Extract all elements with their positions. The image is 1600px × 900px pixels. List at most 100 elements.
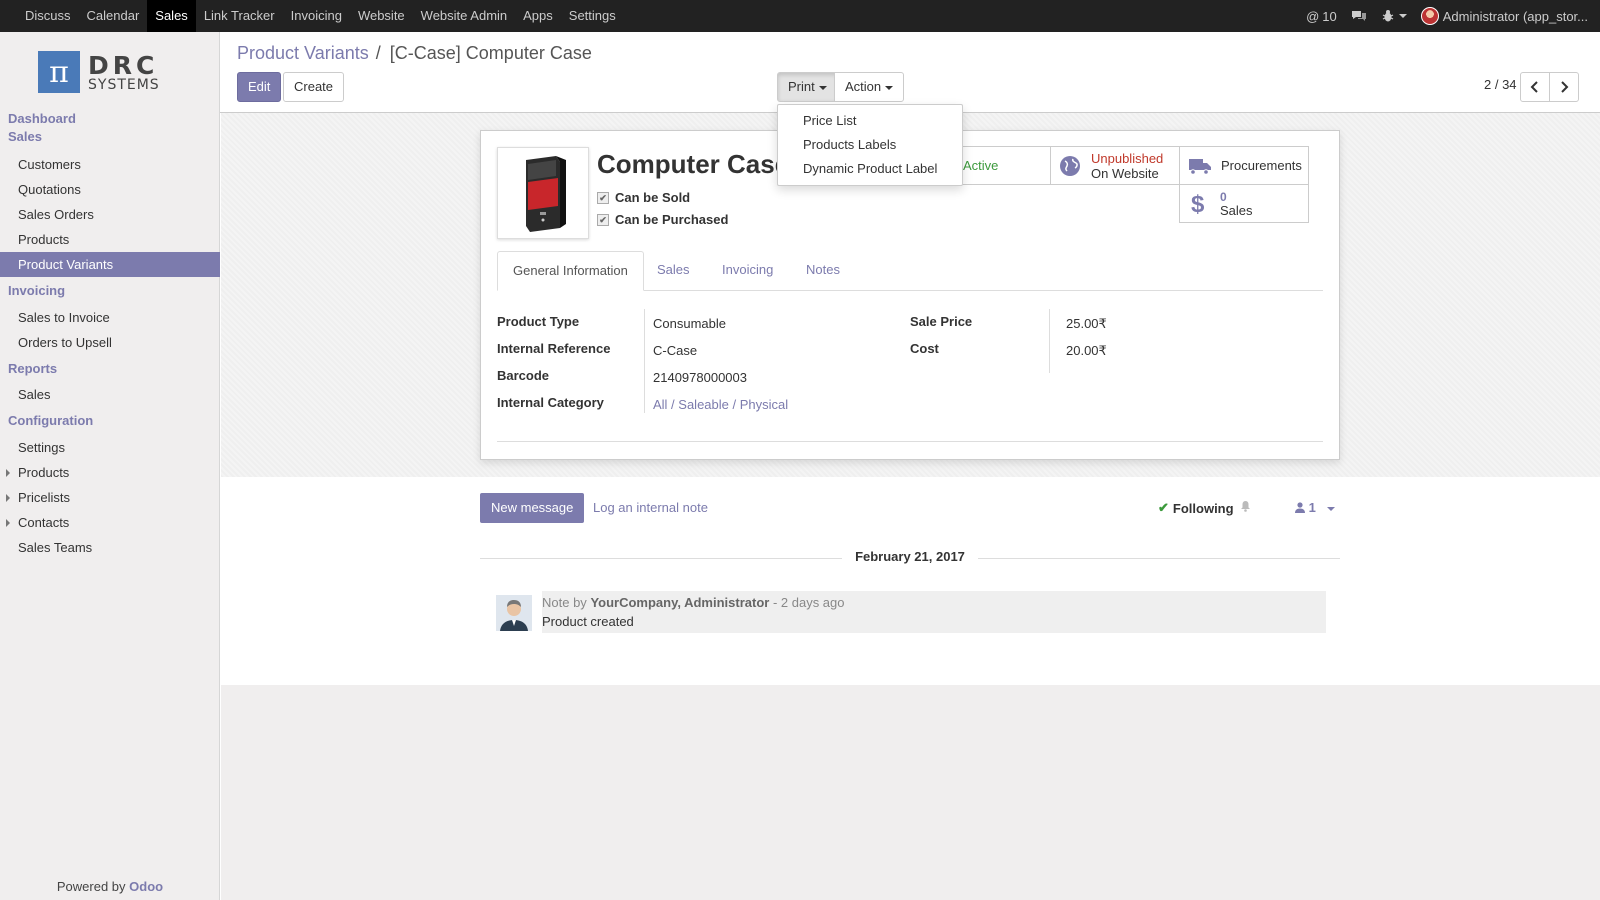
product-image[interactable] xyxy=(497,147,589,239)
menu-settings[interactable]: Settings xyxy=(561,0,624,32)
website-status: Unpublished xyxy=(1091,150,1164,166)
sidebar-section-sales[interactable]: Sales xyxy=(0,128,220,146)
pager-previous-button[interactable] xyxy=(1520,72,1550,102)
check-icon: ✔ xyxy=(1158,500,1169,515)
tab-general-information[interactable]: General Information xyxy=(497,251,644,291)
following-button[interactable]: ✔ Following xyxy=(1158,500,1234,516)
field-label-cost: Cost xyxy=(910,341,939,356)
menu-invoicing[interactable]: Invoicing xyxy=(283,0,350,32)
edit-button[interactable]: Edit xyxy=(237,72,282,102)
logo-mark: π xyxy=(38,51,80,93)
caret-right-icon xyxy=(6,494,10,502)
sidebar-item-quotations[interactable]: Quotations xyxy=(0,177,220,202)
company-logo[interactable]: π DRC SYSTEMS xyxy=(38,50,186,94)
top-navbar: Discuss Calendar Sales Link Tracker Invo… xyxy=(0,0,1600,32)
content-bottom-area xyxy=(221,685,1600,900)
menu-discuss[interactable]: Discuss xyxy=(17,0,79,32)
sidebar-item-sales-teams[interactable]: Sales Teams xyxy=(0,535,220,560)
chatter-message: Note by YourCompany, Administrator - 2 d… xyxy=(496,591,1326,633)
odoo-link[interactable]: Odoo xyxy=(129,879,163,894)
chat-bubbles-icon xyxy=(1351,11,1366,21)
menu-sales[interactable]: Sales xyxy=(147,0,196,32)
action-button[interactable]: Action xyxy=(834,72,905,102)
menu-link-tracker[interactable]: Link Tracker xyxy=(196,0,283,32)
log-note-link[interactable]: Log an internal note xyxy=(593,500,708,515)
pager-next-button[interactable] xyxy=(1549,72,1579,102)
sidebar-section-configuration[interactable]: Configuration xyxy=(0,412,220,430)
sheet-bottom-divider xyxy=(497,441,1323,442)
field-label-internal-category: Internal Category xyxy=(497,395,604,410)
breadcrumb-current: [C-Case] Computer Case xyxy=(389,43,592,63)
can-be-purchased-checkbox[interactable]: ✔ Can be Purchased xyxy=(597,212,728,227)
sidebar-section-dashboard[interactable]: Dashboard xyxy=(0,110,220,128)
breadcrumb-separator: / xyxy=(375,43,381,63)
print-menu-item-price-list[interactable]: Price List xyxy=(778,109,962,133)
notebook-tabs: General Information Sales Invoicing Note… xyxy=(497,251,1323,291)
mentions-button[interactable]: @ 10 xyxy=(1306,9,1337,24)
mentions-count: 10 xyxy=(1322,8,1337,24)
sidebar-section-reports[interactable]: Reports xyxy=(0,360,220,378)
chat-button[interactable] xyxy=(1351,9,1367,23)
sidebar-item-customers[interactable]: Customers xyxy=(0,152,220,177)
new-message-button[interactable]: New message xyxy=(480,493,585,523)
user-icon xyxy=(1295,502,1305,513)
truck-icon xyxy=(1189,158,1211,175)
message-author[interactable]: YourCompany, Administrator xyxy=(590,595,769,610)
sidebar-item-orders-to-upsell[interactable]: Orders to Upsell xyxy=(0,330,220,355)
sidebar-item-sales-to-invoice[interactable]: Sales to Invoice xyxy=(0,305,220,330)
menu-website-admin[interactable]: Website Admin xyxy=(413,0,515,32)
message-date: February 21, 2017 xyxy=(855,549,965,564)
menu-calendar[interactable]: Calendar xyxy=(79,0,148,32)
globe-icon xyxy=(1060,155,1080,176)
active-status: Active xyxy=(963,158,999,173)
print-button[interactable]: Print xyxy=(777,72,838,102)
chevron-down-icon xyxy=(1398,14,1407,18)
checkbox-checked-icon: ✔ xyxy=(597,213,609,226)
field-barcode: 2140978000003 xyxy=(653,370,747,385)
user-menu[interactable]: Administrator (app_stor... xyxy=(1420,7,1588,25)
website-publish-button[interactable]: Unpublished On Website xyxy=(1050,146,1179,185)
create-button[interactable]: Create xyxy=(283,72,345,102)
breadcrumb-parent[interactable]: Product Variants xyxy=(237,43,369,63)
print-menu-item-dynamic-product-label[interactable]: Dynamic Product Label xyxy=(778,157,962,181)
computer-case-image xyxy=(526,156,566,232)
sidebar-item-settings[interactable]: Settings xyxy=(0,435,220,460)
sidebar-item-reports-sales[interactable]: Sales xyxy=(0,382,220,407)
debug-menu-button[interactable] xyxy=(1381,9,1407,23)
checkbox-checked-icon: ✔ xyxy=(597,191,609,204)
chevron-down-icon xyxy=(1327,506,1336,511)
procurements-button[interactable]: Procurements xyxy=(1179,146,1309,185)
app-menu: Discuss Calendar Sales Link Tracker Invo… xyxy=(0,0,624,32)
message-time: - 2 days ago xyxy=(772,595,845,610)
pager-value[interactable]: 2 / 34 xyxy=(1484,77,1517,92)
sidebar-item-pricelists[interactable]: Pricelists xyxy=(0,485,220,510)
tab-sales[interactable]: Sales xyxy=(642,251,705,291)
sidebar-item-sales-orders[interactable]: Sales Orders xyxy=(0,202,220,227)
sidebar-section-invoicing[interactable]: Invoicing xyxy=(0,282,220,300)
systray: @ 10 Administrator (app_stor... xyxy=(1292,0,1588,32)
sidebar: π DRC SYSTEMS Dashboard Sales Customers … xyxy=(0,32,220,900)
sales-stat-button[interactable]: $ 0 Sales xyxy=(1179,184,1309,223)
author-avatar[interactable] xyxy=(496,595,532,631)
sidebar-item-config-products[interactable]: Products xyxy=(0,460,220,485)
field-internal-reference: C-Case xyxy=(653,343,698,358)
logo-text: DRC xyxy=(88,50,159,80)
website-sub: On Website xyxy=(1091,165,1159,181)
sales-count: 0 xyxy=(1220,189,1227,204)
field-internal-category[interactable]: All / Saleable / Physical xyxy=(653,397,788,412)
followers-button[interactable]: 1 xyxy=(1295,500,1336,515)
tab-invoicing[interactable]: Invoicing xyxy=(707,251,788,291)
can-be-sold-checkbox[interactable]: ✔ Can be Sold xyxy=(597,190,690,205)
bell-icon[interactable] xyxy=(1240,500,1251,515)
dollar-icon: $ xyxy=(1191,191,1205,217)
sidebar-item-product-variants[interactable]: Product Variants xyxy=(0,252,220,277)
date-separator: February 21, 2017 xyxy=(480,549,1340,567)
tab-notes[interactable]: Notes xyxy=(791,251,855,291)
print-menu-item-products-labels[interactable]: Products Labels xyxy=(778,133,962,157)
field-label-internal-reference: Internal Reference xyxy=(497,341,611,356)
sidebar-item-products[interactable]: Products xyxy=(0,227,220,252)
menu-apps[interactable]: Apps xyxy=(515,0,561,32)
avatar xyxy=(1420,7,1439,25)
sidebar-item-contacts[interactable]: Contacts xyxy=(0,510,220,535)
menu-website[interactable]: Website xyxy=(350,0,413,32)
